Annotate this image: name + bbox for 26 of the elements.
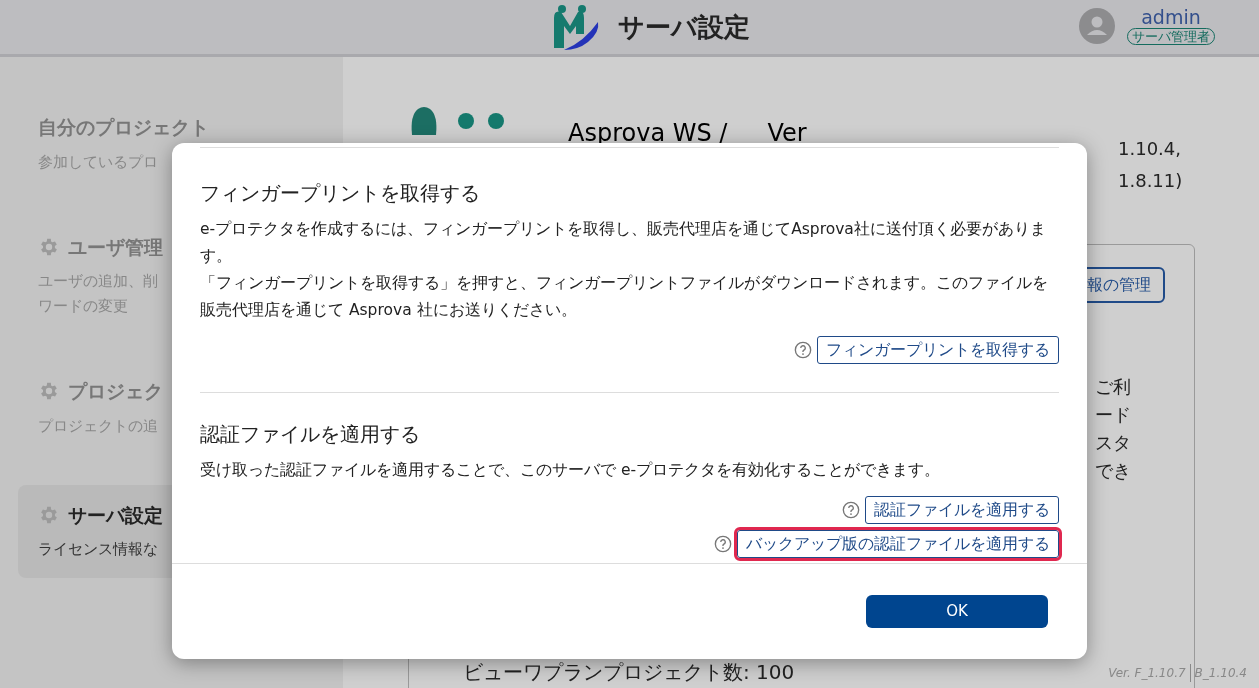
section-paragraph: 受け取った認証ファイルを適用することで、このサーバで e-プロテクタを有効化することができます。 <box>200 460 942 481</box>
section-paragraph: 「フィンガープリントを取得する」を押すと、フィンガープリントファイルがダウンロードされます。このファイルを販売代理店を通じて Asprova 社にお送りください。 <box>200 273 1049 321</box>
version-text: 1.10.4, <box>1118 137 1182 161</box>
page-title: サーバ設定 <box>617 10 750 44</box>
item-description: ライセンス情報な <box>38 539 158 560</box>
description-fragment: でき <box>1095 459 1131 483</box>
view-plan-count: ビューワプランプロジェクト数: 100 <box>463 659 795 686</box>
product-title: Asprova WS / <box>568 118 728 149</box>
item-title: ユーザ管理 <box>68 234 163 260</box>
item-description: プロジェクトの追 <box>38 415 158 437</box>
frontend-version: Ver. F_1.10.7 <box>1108 665 1186 682</box>
description-fragment: スタ <box>1095 431 1131 455</box>
section-title: フィンガープリントを取得する <box>200 180 481 207</box>
item-title: 自分のプロジェクト <box>38 115 209 140</box>
backend-version: B_1.10.4 <box>1189 664 1247 682</box>
description-fragment: ード <box>1095 403 1131 427</box>
description-fragment: ご利 <box>1095 375 1131 399</box>
item-description: 参加しているプロ <box>38 151 158 173</box>
version-text: 1.8.11) <box>1118 169 1183 193</box>
section-title: 認証ファイルを適用する <box>200 421 421 448</box>
item-title: プロジェク <box>68 379 163 404</box>
item-description: ワードの変更 <box>38 296 128 317</box>
item-title: サーバ設定 <box>68 502 163 528</box>
product-version-label: Ver <box>767 118 807 149</box>
section-paragraph: e-プロテクタを作成するには、フィンガープリントを取得し、販売代理店を通じてAsprova社に送付頂く必要があります。 <box>200 219 1047 267</box>
item-description: ユーザの追加、削 <box>38 271 158 292</box>
